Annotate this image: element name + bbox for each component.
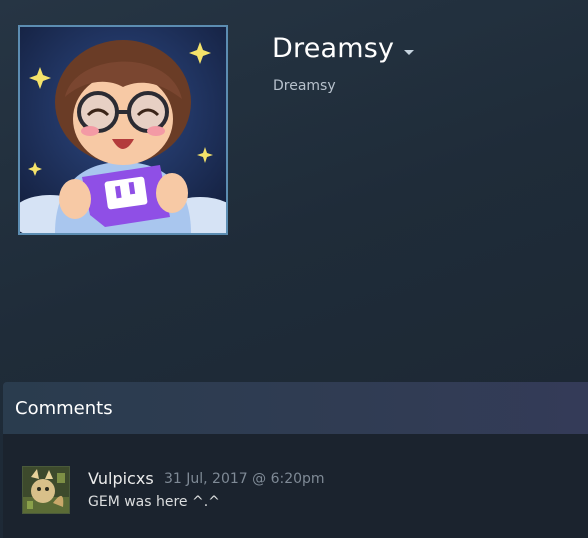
- fox-artwork-icon: [23, 467, 69, 513]
- avatar-illustration-icon: [20, 27, 226, 233]
- comment-text: GEM was here ^.^: [88, 494, 220, 510]
- comments-title: Comments: [15, 397, 113, 419]
- comment-author-link[interactable]: Vulpicxs: [88, 469, 154, 488]
- comments-header: Comments: [3, 382, 588, 434]
- real-name: Dreamsy: [273, 78, 336, 94]
- profile-avatar[interactable]: [18, 25, 228, 235]
- comment-timestamp: 31 Jul, 2017 @ 6:20pm: [164, 471, 325, 487]
- comments-list: Vulpicxs 31 Jul, 2017 @ 6:20pm GEM was h…: [3, 434, 588, 538]
- commenter-avatar[interactable]: [22, 466, 70, 514]
- chevron-down-icon[interactable]: [404, 50, 415, 55]
- persona-name[interactable]: Dreamsy: [272, 33, 415, 64]
- persona-name-text: Dreamsy: [272, 33, 395, 64]
